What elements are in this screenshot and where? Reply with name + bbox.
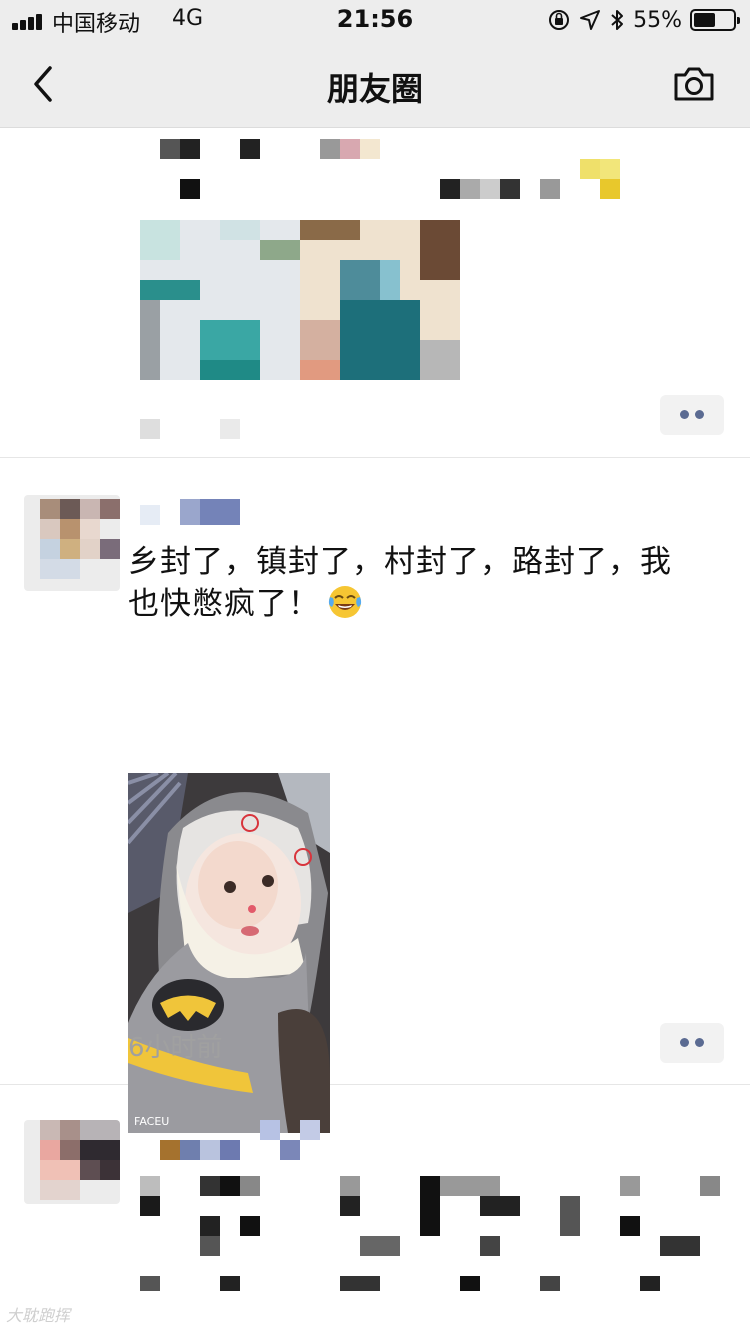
post-text-line-2: 也快憋疯了！ [128,583,718,625]
moment-item [0,1086,750,1334]
post-text: 乡封了，镇封了，村封了，路封了，我 也快憋疯了！ [128,541,718,625]
bluetooth-icon [611,10,624,30]
baby-photo-image: FACEU [128,773,330,1133]
more-dots-icon[interactable] [660,395,724,435]
author-name[interactable] [140,1120,325,1160]
author-name[interactable] [140,499,240,525]
moment-item: 乡封了，镇封了，村封了，路封了，我 也快憋疯了！ FACEU 6小时前 [0,459,750,1133]
post-time: 6小时前 [128,1033,223,1063]
status-icons: 55% [547,6,740,34]
orientation-lock-icon [549,10,570,30]
post-photo-redacted[interactable] [140,220,460,380]
status-bar: 中国移动 4G 21:56 55% [0,0,750,40]
camera-icon[interactable] [672,64,716,104]
moments-feed[interactable]: 乡封了，镇封了，村封了，路封了，我 也快憋疯了！ FACEU 6小时前 大耽跑挥 [0,129,750,1334]
battery-level [694,13,715,27]
post-text-redacted [140,1176,730,1291]
avatar[interactable] [24,1120,120,1204]
location-icon [580,10,601,30]
face-with-tears-of-joy-icon [328,586,362,618]
post-text-line: 也快憋疯了！ [128,586,320,622]
battery-percent: 55% [633,7,682,33]
post-text-redacted [180,159,625,204]
post-time-redacted [130,409,240,439]
post-photo[interactable]: FACEU [128,773,330,1133]
avatar[interactable] [24,495,120,591]
post-text-line: 乡封了，镇封了，村封了，路封了，我 [128,544,672,580]
page-title: 朋友圈 [326,70,423,108]
watermark: 大耽跑挥 [6,1306,71,1325]
battery-icon [690,9,740,31]
more-dots-icon[interactable] [660,1023,724,1063]
moment-item [0,129,750,458]
nav-bar: 朋友圈 [0,40,750,128]
